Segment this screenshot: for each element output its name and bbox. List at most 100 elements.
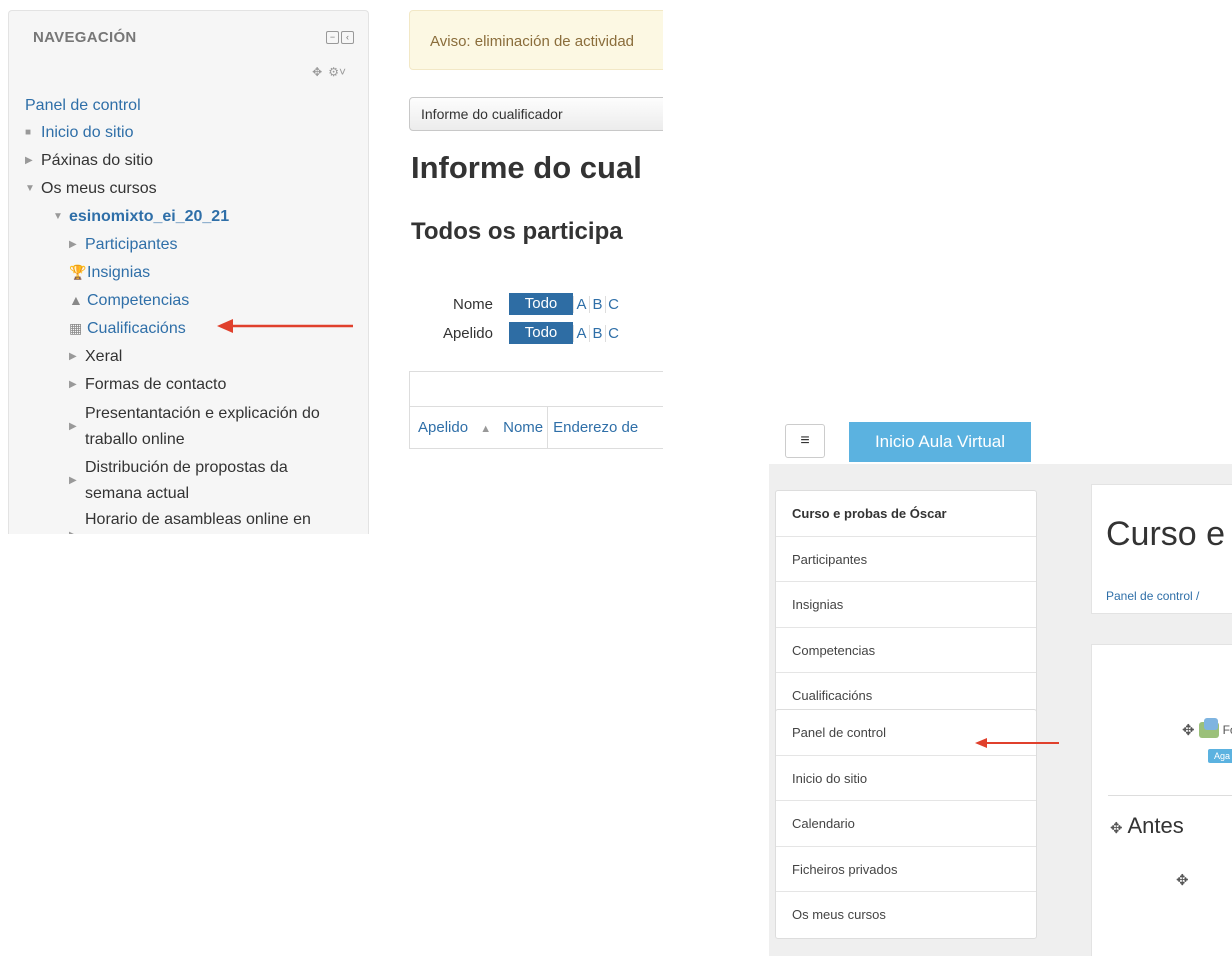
nav-item-label[interactable]: Os meus cursos — [41, 180, 157, 197]
column-header-label[interactable]: Apelido — [414, 419, 472, 436]
nav-item-label[interactable]: Páxinas do sitio — [41, 152, 153, 169]
nav-item-label[interactable]: Horario de asambleas online en — [85, 511, 311, 528]
filter-letter[interactable]: B — [589, 324, 605, 342]
gear-icon[interactable]: ⚙˅ — [328, 65, 346, 79]
warning-alert: Aviso: eliminación de actividad — [409, 10, 663, 70]
navigation-title: NAVEGACIÓN — [33, 29, 137, 46]
course-header: Curso e Panel de control / — [1091, 484, 1232, 614]
expand-arrow-icon[interactable]: ▶ — [69, 374, 85, 395]
page-title: Informe do cual — [411, 150, 642, 185]
navigation-block: NAVEGACIÓN − ‹ ✥ ⚙˅ Panel de control ■ In… — [8, 10, 369, 534]
nav-item-presentacion[interactable]: ▶ Presentantación e explicación do trabal… — [69, 401, 349, 453]
drawer-item-calendario[interactable]: Calendario — [776, 801, 1036, 847]
drawer-item-participantes[interactable]: Participantes — [776, 537, 1036, 583]
nav-item-label[interactable]: Presentantación e explicación do traball… — [85, 401, 349, 453]
nav-item-participantes[interactable]: ▶ Participantes — [69, 234, 178, 255]
nav-item-distribucion[interactable]: ▶ Distribución de propostas da semana act… — [69, 455, 349, 507]
forum-icon — [1198, 718, 1219, 738]
expand-arrow-icon[interactable]: ▶ — [69, 525, 85, 534]
lastname-filter: Apelido Todo A B C — [409, 322, 621, 344]
drawer-item-course[interactable]: Curso e probas de Óscar — [776, 491, 1036, 537]
filter-letter[interactable]: A — [573, 295, 589, 313]
course-content: ✥ Foro Aga ✥ Antes ✥ — [1091, 644, 1232, 956]
filter-letter[interactable]: C — [605, 324, 621, 342]
nav-item-inicio-do-sitio[interactable]: ■ Inicio do sitio — [25, 122, 134, 143]
nav-item-competencias[interactable]: ▲ Competencias — [69, 290, 189, 311]
column-header-email[interactable]: Enderezo de — [547, 406, 642, 449]
nav-item-formas-de-contacto[interactable]: ▶ Formas de contacto — [69, 374, 226, 395]
filter-letter[interactable]: C — [605, 295, 621, 313]
move-icon[interactable]: ✥ — [1182, 721, 1195, 739]
nav-item-label[interactable]: Panel de control — [25, 97, 141, 114]
nav-item-panel-de-control[interactable]: Panel de control — [25, 95, 141, 116]
dock-icon[interactable]: ‹ — [341, 31, 354, 44]
drawer-item-insignias[interactable]: Insignias — [776, 582, 1036, 628]
bullet-icon: ■ — [25, 127, 32, 138]
expand-arrow-icon[interactable]: ▶ — [69, 416, 85, 453]
boost-theme-fragment: ≡ Inicio Aula Virtual Curso e probas de … — [769, 410, 1232, 956]
block-actions[interactable]: ✥ ⚙˅ — [312, 65, 346, 79]
report-selector[interactable]: Informe do cualificador — [409, 97, 663, 131]
section-title: ✥ Antes — [1110, 813, 1184, 839]
hamburger-menu-icon[interactable]: ≡ — [785, 424, 825, 458]
column-header-lastname[interactable]: Apelido ▲ — [410, 419, 499, 436]
nav-item-paxinas-do-sitio[interactable]: ▶ Páxinas do sitio — [25, 150, 153, 171]
collapse-icon[interactable]: − — [326, 31, 339, 44]
filter-label: Nome — [452, 295, 493, 313]
drawer-item-inicio-do-sitio[interactable]: Inicio do sitio — [776, 756, 1036, 802]
forum-label[interactable]: Foro — [1223, 723, 1232, 737]
nav-item-course[interactable]: ▼ esinomixto_ei_20_21 — [53, 206, 229, 227]
table-header-row: Apelido ▲ Nome Enderezo de — [410, 406, 663, 449]
block-dock-controls[interactable]: − ‹ — [326, 31, 354, 44]
expand-arrow-icon[interactable]: ▶ — [69, 470, 85, 507]
navbar: ≡ Inicio Aula Virtual — [769, 410, 1232, 464]
nav-item-insignias[interactable]: 🏆Insignias — [69, 262, 150, 283]
trophy-icon: 🏆 — [69, 264, 87, 280]
grades-table: Apelido ▲ Nome Enderezo de — [409, 371, 663, 449]
course-title: Curso e — [1106, 515, 1226, 553]
nav-item-label[interactable]: Competencias — [87, 292, 189, 309]
collapse-arrow-icon[interactable]: ▼ — [25, 178, 41, 199]
nav-item-label[interactable]: esinomixto_ei_20_21 — [69, 208, 229, 225]
expand-arrow-icon[interactable]: ▶ — [25, 150, 41, 171]
move-icon[interactable]: ✥ — [312, 65, 322, 79]
group-title: Todos os participa — [411, 218, 623, 245]
drawer-item-competencias[interactable]: Competencias — [776, 628, 1036, 674]
section-title-label: Antes — [1127, 813, 1184, 838]
home-button[interactable]: Inicio Aula Virtual — [849, 422, 1031, 462]
nav-item-horario[interactable]: ▶Horario de asambleas online en — [69, 509, 311, 534]
drawer-item-os-meus-cursos[interactable]: Os meus cursos — [776, 892, 1036, 938]
breadcrumb[interactable]: Panel de control / — [1106, 589, 1199, 603]
nav-item-label[interactable]: Insignias — [87, 264, 150, 281]
nav-item-xeral[interactable]: ▶ Xeral — [69, 346, 122, 367]
nav-item-label[interactable]: Formas de contacto — [85, 376, 226, 393]
annotation-arrow — [217, 319, 353, 333]
section-divider — [1108, 795, 1232, 796]
firstname-filter: Nome Todo A B C — [409, 293, 621, 315]
sort-asc-icon: ▲ — [480, 423, 492, 435]
move-icon[interactable]: ✥ — [1110, 820, 1123, 837]
nav-item-label[interactable]: Participantes — [85, 236, 178, 253]
nav-item-cualificacions[interactable]: ▦ Cualificacións — [69, 318, 186, 339]
nav-item-os-meus-cursos[interactable]: ▼ Os meus cursos — [25, 178, 157, 199]
forum-activity[interactable]: ✥ Foro — [1182, 718, 1232, 739]
competency-icon: ▲ — [69, 292, 83, 308]
activity-badge: Aga — [1208, 749, 1232, 763]
nav-item-label[interactable]: Xeral — [85, 348, 122, 365]
grades-table-icon: ▦ — [69, 320, 83, 336]
course-nav-drawer: Curso e probas de Óscar Participantes In… — [775, 490, 1037, 720]
nav-item-label[interactable]: Distribución de propostas da semana actu… — [85, 455, 349, 507]
move-icon[interactable]: ✥ — [1176, 871, 1189, 889]
filter-all-button[interactable]: Todo — [509, 293, 573, 315]
drawer-item-ficheiros-privados[interactable]: Ficheiros privados — [776, 847, 1036, 893]
filter-letter[interactable]: B — [589, 295, 605, 313]
nav-item-label[interactable]: Cualificacións — [87, 320, 186, 337]
expand-arrow-icon[interactable]: ▶ — [69, 346, 85, 367]
collapse-arrow-icon[interactable]: ▼ — [53, 206, 69, 227]
nav-item-label[interactable]: Inicio do sitio — [41, 124, 134, 141]
filter-all-button[interactable]: Todo — [509, 322, 573, 344]
filter-letter[interactable]: A — [573, 324, 589, 342]
expand-arrow-icon[interactable]: ▶ — [69, 234, 85, 255]
grader-report-fragment: Aviso: eliminación de actividad Informe … — [409, 0, 663, 460]
column-header-firstname[interactable]: Nome — [499, 419, 547, 436]
